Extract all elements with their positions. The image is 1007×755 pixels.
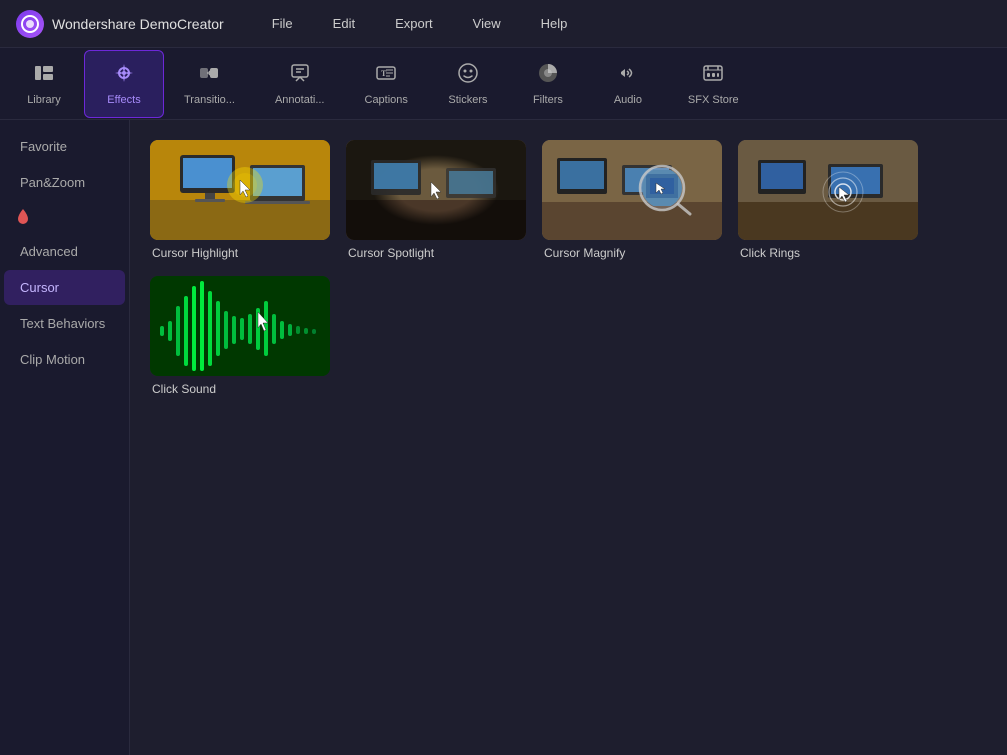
effect-thumb-click-rings[interactable] [738,140,918,240]
effect-card-cursor-spotlight[interactable]: Cursor Spotlight [346,140,526,260]
toolbar: Library Effects Transitio... [0,48,1007,120]
sidebar-item-favorite[interactable]: Favorite [4,129,125,164]
effect-label-click-sound: Click Sound [150,382,330,396]
effect-label-cursor-magnify: Cursor Magnify [542,246,722,260]
effect-label-click-rings: Click Rings [738,246,918,260]
brand-icon [16,10,44,38]
effect-grid: Cursor Highlight [150,140,987,396]
toolbar-filters[interactable]: Filters [508,50,588,118]
content-area: Cursor Highlight [130,120,1007,755]
sidebar: Favorite Pan&Zoom Advanced Cursor Text B… [0,120,130,755]
annotations-icon [289,62,311,90]
topbar: Wondershare DemoCreator File Edit Export… [0,0,1007,48]
toolbar-effects[interactable]: Effects [84,50,164,118]
audio-icon [617,62,639,90]
effect-card-click-sound[interactable]: Click Sound [150,276,330,396]
main-area: Favorite Pan&Zoom Advanced Cursor Text B… [0,120,1007,755]
menu-edit[interactable]: Edit [325,12,363,35]
toolbar-sfxstore-label: SFX Store [688,94,739,106]
menu-file[interactable]: File [264,12,301,35]
toolbar-annotations-label: Annotati... [275,94,325,106]
menu-export[interactable]: Export [387,12,441,35]
toolbar-library[interactable]: Library [4,50,84,118]
sidebar-item-cursor[interactable]: Cursor [4,270,125,305]
toolbar-transitions[interactable]: Transitio... [164,50,255,118]
brand: Wondershare DemoCreator [16,10,224,38]
toolbar-stickers[interactable]: Stickers [428,50,508,118]
captions-icon: T [375,62,397,90]
sidebar-droplet-icon [0,201,129,233]
library-icon [33,62,55,90]
effects-icon [113,62,135,90]
toolbar-captions-label: Captions [365,94,408,106]
sfxstore-icon [702,62,724,90]
toolbar-transitions-label: Transitio... [184,94,235,106]
effect-thumb-click-sound[interactable] [150,276,330,376]
effect-label-cursor-spotlight: Cursor Spotlight [346,246,526,260]
transitions-icon [198,62,220,90]
toolbar-audio-label: Audio [614,94,642,106]
sidebar-item-textbehaviors[interactable]: Text Behaviors [4,306,125,341]
effect-thumb-cursor-highlight[interactable] [150,140,330,240]
effect-card-click-rings[interactable]: Click Rings [738,140,918,260]
effect-card-cursor-highlight[interactable]: Cursor Highlight [150,140,330,260]
effect-label-cursor-highlight: Cursor Highlight [150,246,330,260]
toolbar-annotations[interactable]: Annotati... [255,50,345,118]
stickers-icon [457,62,479,90]
effect-thumb-cursor-spotlight[interactable] [346,140,526,240]
toolbar-sfxstore[interactable]: SFX Store [668,50,759,118]
effect-card-cursor-magnify[interactable]: Cursor Magnify [542,140,722,260]
toolbar-filters-label: Filters [533,94,563,106]
menu-help[interactable]: Help [533,12,576,35]
brand-name: Wondershare DemoCreator [52,16,224,32]
sidebar-item-panzoom[interactable]: Pan&Zoom [4,165,125,200]
sidebar-item-advanced[interactable]: Advanced [4,234,125,269]
toolbar-library-label: Library [27,94,61,106]
toolbar-effects-label: Effects [107,94,140,106]
menu-view[interactable]: View [465,12,509,35]
filters-icon [537,62,559,90]
effect-thumb-cursor-magnify[interactable] [542,140,722,240]
sidebar-item-clipmotion[interactable]: Clip Motion [4,342,125,377]
toolbar-captions[interactable]: T Captions [345,50,428,118]
toolbar-audio[interactable]: Audio [588,50,668,118]
toolbar-stickers-label: Stickers [448,94,487,106]
